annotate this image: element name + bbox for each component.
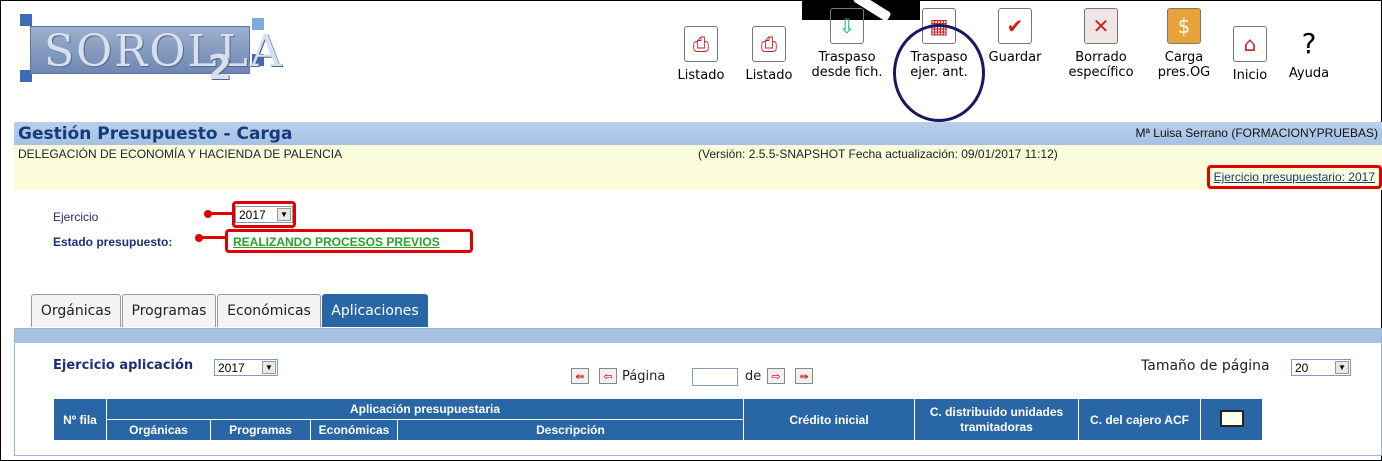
col-nfila: Nº fila [53,398,107,441]
col-descripcion: Descripción [397,419,744,441]
highlight-circle [893,24,985,122]
col-programas: Programas [210,419,311,441]
inicio-button[interactable]: ⌂ Inicio [1222,0,1278,83]
col-organicas: Orgánicas [106,419,211,441]
col-cajero: C. del cajero ACF [1078,398,1201,441]
double-right-arrow-icon: ⇛ [799,369,809,383]
import-file-icon: ⇩ [830,8,864,44]
pagina-label: Página [622,369,666,384]
logo-version: 2 [208,48,232,88]
tab-organicas[interactable]: Orgánicas [31,294,121,327]
col-credito-inicial: Crédito inicial [743,398,915,441]
user-info: Mª Luisa Serrano (FORMACIONYPRUEBAS) [1135,126,1379,140]
last-page-button[interactable]: ⇛ [795,368,813,384]
logo-text: SOROLLA [44,26,284,77]
sorolla-logo: SOROLLA 2 [20,14,282,96]
col-economicas: Económicas [310,419,398,441]
page-size-label: Tamaño de página [1141,358,1270,374]
estado-label: Estado presupuesto: [53,235,173,249]
folder-icon [1219,409,1244,427]
organization-label: DELEGACIÓN DE ECONOMÍA Y HACIENDA DE PAL… [18,147,343,161]
previous-page-button[interactable]: ⇦ [599,368,617,384]
chevron-down-icon: ▼ [1335,361,1349,374]
page-size-select[interactable]: 20 ▼ [1291,359,1351,376]
estado-value-link[interactable]: REALIZANDO PROCESOS PREVIOS [233,235,440,249]
info-bar: DELEGACIÓN DE ECONOMÍA Y HACIENDA DE PAL… [14,145,1382,190]
help-icon: ? [1301,26,1317,60]
ejercicio-aplicacion-select[interactable]: 2017 ▼ [214,359,278,376]
pdf-report-icon: ⎙ [752,26,786,62]
tab-economicas[interactable]: Económicas [217,294,321,327]
borrado-especifico-button[interactable]: ✕ Borrado específico [1055,0,1147,80]
de-label: de [745,369,762,384]
page-input[interactable] [692,368,738,386]
annotation-line [201,236,227,239]
load-budget-icon: $ [1167,8,1201,44]
carga-pres-og-button[interactable]: $ Carga pres.OG [1145,0,1223,80]
ejercicio-label: Ejercicio [53,210,99,224]
delete-x-icon: ✕ [1084,8,1118,44]
aplicaciones-table: Nº fila Aplicación presupuestaria Crédit… [53,398,1263,441]
col-aplicacion: Aplicación presupuestaria [106,398,744,420]
ejercicio-aplicacion-label: Ejercicio aplicación [53,358,194,373]
ejercicio-select[interactable]: 2017 ▼ [235,206,293,223]
chevron-down-icon: ▼ [277,208,291,221]
tab-programas[interactable]: Programas [122,294,216,327]
double-left-arrow-icon: ⇚ [575,369,585,383]
save-check-icon: ✔ [998,8,1032,44]
listado-button[interactable]: ⎙ Listado [672,0,730,83]
col-distribuido: C. distribuido unidades tramitadoras [914,398,1079,441]
traspaso-desde-fichero-button[interactable]: ⇩ Traspaso desde fich. [802,0,892,80]
open-folder-button[interactable] [1200,398,1263,441]
next-page-button[interactable]: ⇨ [767,368,785,384]
left-arrow-icon: ⇦ [603,369,613,383]
listado-button-2[interactable]: ⎙ Listado [740,0,798,83]
annotation-line [210,212,234,215]
ejercicio-presupuestario-link[interactable]: Ejercicio presupuestario: 2017 [1206,165,1382,189]
title-bar: Gestión Presupuesto - Carga Mª Luisa Ser… [14,122,1382,145]
tab-aplicaciones[interactable]: Aplicaciones [322,294,428,327]
chevron-down-icon: ▼ [262,361,276,374]
ayuda-button[interactable]: ? Ayuda [1280,0,1338,81]
right-arrow-icon: ⇨ [771,369,781,383]
first-page-button[interactable]: ⇚ [571,368,589,384]
version-label: (Versión: 2.5.5-SNAPSHOT Fecha actualiza… [698,147,1058,161]
guardar-button[interactable]: ✔ Guardar [984,0,1046,65]
home-icon: ⌂ [1233,26,1267,62]
page-title: Gestión Presupuesto - Carga [18,124,293,144]
pdf-report-icon: ⎙ [684,26,718,62]
